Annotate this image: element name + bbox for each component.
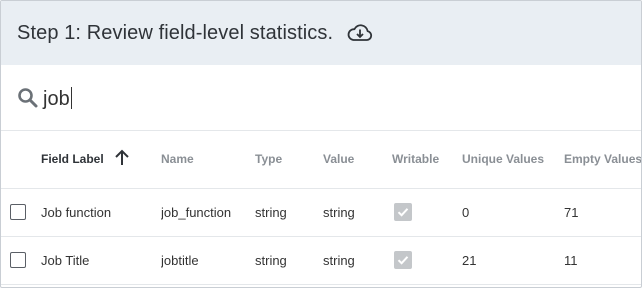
column-header-name[interactable]: Name [161,131,255,188]
cell-type: string [255,204,287,220]
search-input[interactable]: job [43,86,72,111]
search-icon [17,87,39,109]
header-select-cell [1,131,41,188]
panel-header: Step 1: Review field-level statistics. [1,1,641,65]
sort-ascending-icon[interactable] [114,148,130,169]
page-title: Step 1: Review field-level statistics. [17,21,334,44]
column-header-unique-values[interactable]: Unique Values [462,131,564,188]
cell-empty-values: 71 [564,204,579,220]
cell-empty-values: 11 [564,252,578,268]
cell-field-label: Job Title [41,252,90,268]
text-cursor [70,86,72,109]
cell-field-label: Job function [41,204,112,220]
cell-unique-values: 21 [462,252,477,268]
table-row[interactable]: Job Title jobtitle string string 21 11 [1,236,641,284]
cell-unique-values: 0 [462,204,470,220]
column-header-label: Field Label [41,152,104,167]
cell-type: string [255,252,287,268]
writable-check-icon [394,202,412,221]
cell-value: string [323,204,355,220]
writable-check-icon [394,250,412,269]
column-header-type[interactable]: Type [255,131,323,188]
cloud-download-icon[interactable] [347,23,373,43]
search-bar[interactable]: job [1,65,641,131]
cell-value: string [323,252,355,268]
column-header-empty-values[interactable]: Empty Values [564,131,641,188]
column-header-field-label[interactable]: Field Label [41,131,161,188]
table-header-row: Field Label Name Type Value Writable Uni… [1,131,641,188]
row-checkbox[interactable] [10,252,26,268]
column-header-value[interactable]: Value [323,131,392,188]
table-row[interactable]: Job function job_function string string … [1,188,641,236]
row-select-cell [1,188,41,236]
row-checkbox[interactable] [10,204,26,220]
column-header-writable[interactable]: Writable [392,131,462,188]
cell-writable [392,188,462,236]
cell-name: job_function [161,204,232,220]
field-table: Field Label Name Type Value Writable Uni… [1,131,641,285]
field-statistics-panel: Step 1: Review field-level statistics. j… [0,0,642,288]
row-select-cell [1,236,41,284]
search-input-value: job [43,87,70,110]
cell-name: jobtitle [161,252,199,268]
cell-writable [392,236,462,284]
